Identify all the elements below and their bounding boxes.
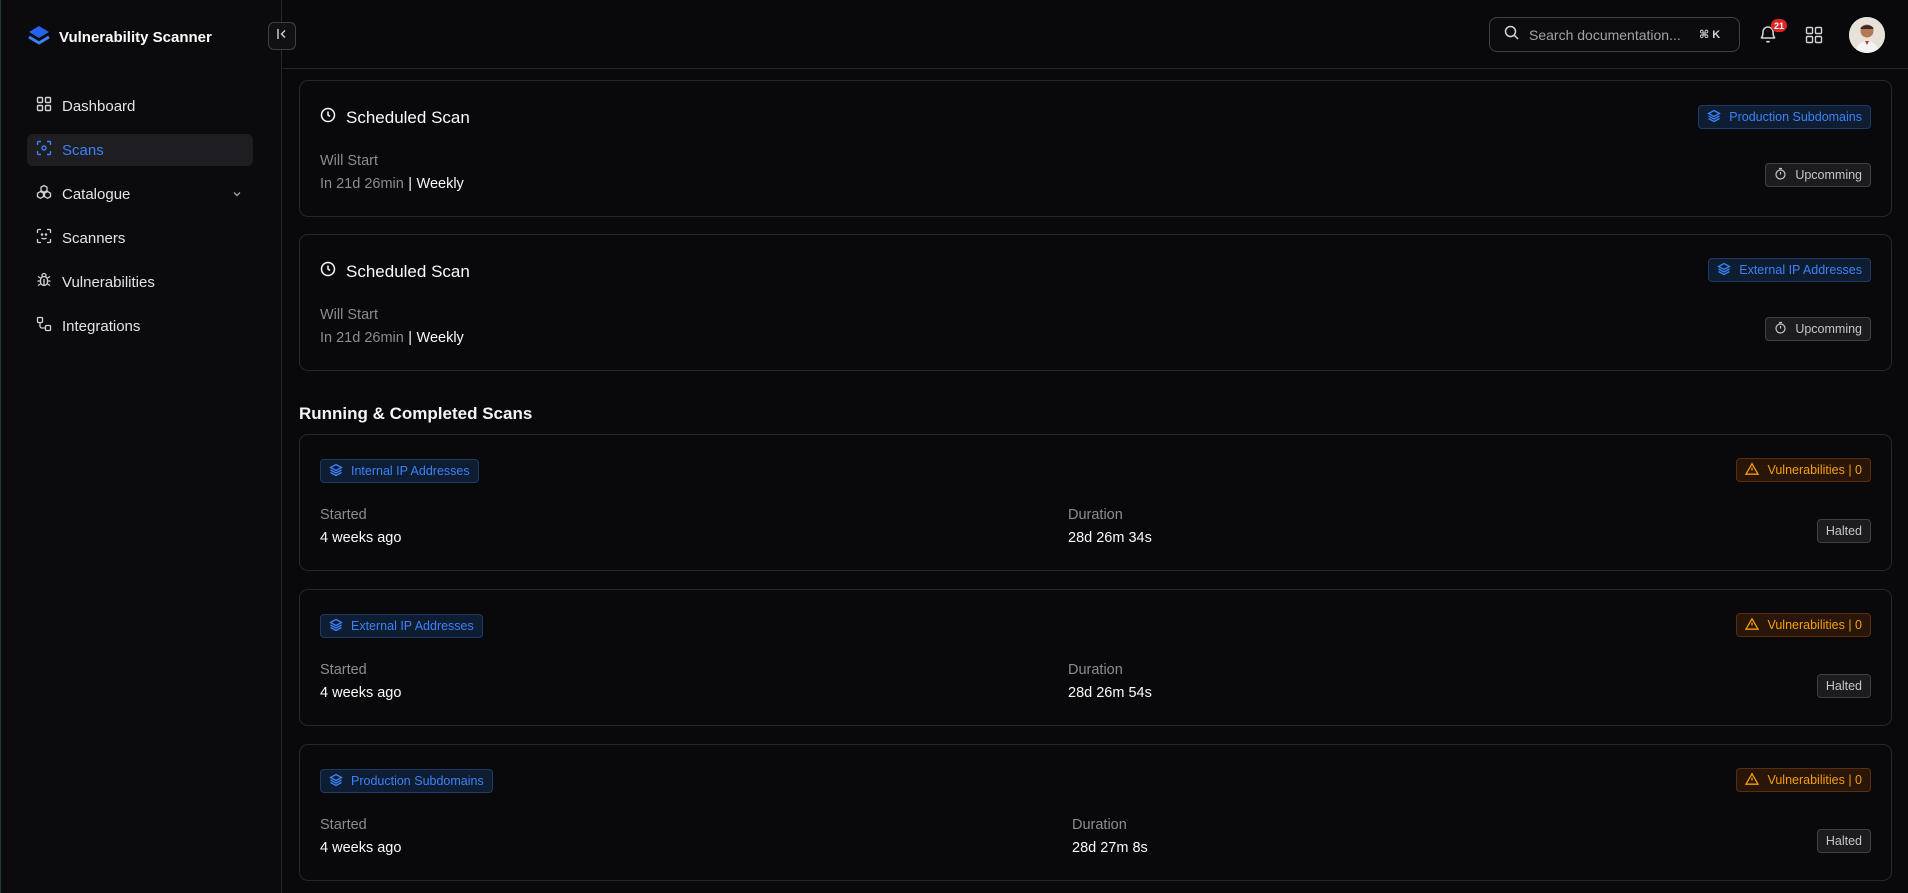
layers-icon (329, 618, 343, 635)
warning-icon (1745, 461, 1760, 479)
search-box[interactable]: ⌘ K (1489, 17, 1740, 52)
scan-card[interactable]: Production Subdomains Vulnerabilities | … (299, 744, 1892, 881)
started-value: 4 weeks ago (320, 685, 402, 701)
clock-icon (320, 261, 336, 282)
search-icon (1504, 25, 1519, 45)
layers-icon (1707, 109, 1722, 126)
start-label: Will Start (320, 153, 378, 169)
target-tag[interactable]: Internal IP Addresses (320, 459, 479, 483)
started-info: Started 4 weeks ago (320, 507, 402, 546)
sidebar-item-scanners[interactable]: Scanners (27, 222, 253, 254)
target-tag[interactable]: External IP Addresses (1708, 258, 1871, 282)
workflow-icon (36, 316, 52, 336)
scheduled-scan-card[interactable]: Scheduled Scan Production Subdomains Wil… (299, 80, 1892, 217)
separator: | (408, 176, 413, 192)
duration-info: Duration 28d 27m 8s (1072, 817, 1148, 856)
status-badge: Upcomming (1765, 163, 1871, 187)
sidebar-item-label: Integrations (62, 317, 141, 335)
start-in: In 21d 26min (320, 330, 404, 346)
chevron-down-icon[interactable] (231, 187, 243, 204)
sidebar-item-scans[interactable]: Scans (27, 134, 253, 166)
sidebar-item-integrations[interactable]: Integrations (27, 310, 253, 342)
sidebar-item-label: Scans (62, 141, 104, 159)
target-tag[interactable]: External IP Addresses (320, 614, 483, 638)
duration-value: 28d 26m 54s (1068, 685, 1152, 701)
layers-icon (329, 773, 343, 790)
started-value: 4 weeks ago (320, 530, 402, 546)
layers-icon (1717, 262, 1732, 279)
apps-grid-button[interactable] (1805, 26, 1823, 49)
status-badge: Halted (1816, 519, 1871, 543)
sidebar-item-label: Catalogue (62, 185, 131, 203)
started-info: Started 4 weeks ago (320, 662, 402, 701)
duration-info: Duration 28d 26m 34s (1068, 507, 1152, 546)
top-header: ⌘ K 21 (283, 0, 1908, 69)
scan-face-icon (36, 228, 52, 248)
scheduled-scan-card[interactable]: Scheduled Scan External IP Addresses Wil… (299, 234, 1892, 371)
app-root: Vulnerability Scanner Dashboard Scans Ca… (0, 0, 1908, 893)
sidebar: Vulnerability Scanner Dashboard Scans Ca… (1, 0, 282, 893)
scan-card[interactable]: Internal IP Addresses Vulnerabilities | … (299, 434, 1892, 571)
start-info: Will Start In 21d 26min | Weekly (320, 307, 464, 347)
sidebar-item-label: Scanners (62, 229, 126, 247)
duration-value: 28d 27m 8s (1072, 840, 1148, 856)
search-shortcut: ⌘ K (1699, 29, 1721, 41)
vulnerabilities-badge[interactable]: Vulnerabilities | 0 (1736, 613, 1871, 637)
start-in: In 21d 26min (320, 176, 404, 192)
scheduled-scan-title: Scheduled Scan (320, 107, 470, 128)
grid-icon (36, 96, 52, 116)
start-label: Will Start (320, 307, 378, 323)
target-tag[interactable]: Production Subdomains (320, 769, 493, 793)
brand[interactable]: Vulnerability Scanner (27, 24, 212, 51)
start-info: Will Start In 21d 26min | Weekly (320, 153, 464, 193)
duration-value: 28d 26m 34s (1068, 530, 1152, 546)
bug-icon (36, 272, 52, 292)
sidebar-item-label: Vulnerabilities (62, 273, 155, 291)
warning-icon (1745, 771, 1760, 789)
sidebar-item-label: Dashboard (62, 97, 136, 115)
frequency: Weekly (416, 330, 464, 346)
target-tag[interactable]: Production Subdomains (1698, 105, 1871, 129)
duration-info: Duration 28d 26m 54s (1068, 662, 1152, 701)
scan-card[interactable]: External IP Addresses Vulnerabilities | … (299, 589, 1892, 726)
layers-icon (329, 463, 343, 480)
boxes-icon (36, 184, 52, 204)
sidebar-item-vulnerabilities[interactable]: Vulnerabilities (27, 266, 253, 298)
search-input[interactable] (1529, 26, 1689, 43)
vulnerabilities-badge[interactable]: Vulnerabilities | 0 (1736, 768, 1871, 792)
status-badge: Halted (1816, 674, 1871, 698)
vulnerabilities-badge[interactable]: Vulnerabilities | 0 (1736, 458, 1871, 482)
apps-icon (1805, 26, 1823, 44)
sidebar-item-dashboard[interactable]: Dashboard (27, 90, 253, 122)
clock-icon (320, 107, 336, 128)
timer-icon (1774, 167, 1787, 183)
sidebar-item-catalogue[interactable]: Catalogue (27, 178, 253, 210)
warning-icon (1745, 616, 1760, 634)
section-title: Running & Completed Scans (299, 404, 533, 423)
notification-count-badge: 21 (1771, 19, 1788, 32)
scheduled-scan-title: Scheduled Scan (320, 261, 470, 282)
logo-icon (27, 24, 51, 51)
scan-icon (36, 140, 52, 160)
app-title: Vulnerability Scanner (59, 29, 212, 46)
started-info: Started 4 weeks ago (320, 817, 402, 856)
status-badge: Halted (1816, 829, 1871, 853)
panel-collapse-icon (275, 27, 289, 46)
frequency: Weekly (416, 176, 464, 192)
separator: | (408, 330, 413, 346)
started-value: 4 weeks ago (320, 840, 402, 856)
status-badge: Upcomming (1765, 317, 1871, 341)
collapse-sidebar-button[interactable] (268, 22, 296, 50)
avatar[interactable] (1849, 17, 1885, 53)
timer-icon (1774, 321, 1787, 337)
sidebar-nav: Dashboard Scans Catalogue Scanners Vulne… (27, 90, 253, 354)
